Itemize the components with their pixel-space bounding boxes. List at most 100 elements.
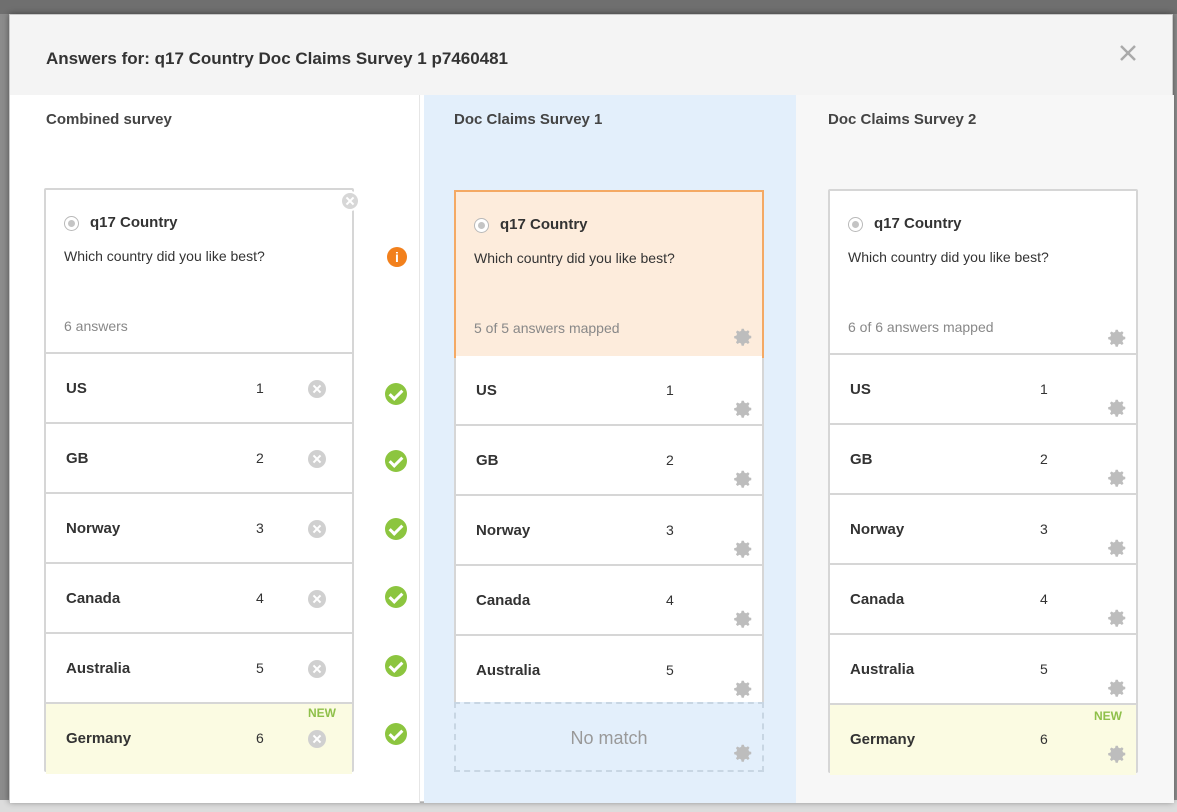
no-match-slot[interactable]: No match	[454, 702, 764, 772]
info-icon[interactable]: i	[387, 247, 407, 267]
answer-label: US	[850, 381, 871, 398]
answer-row[interactable]: Norway 3	[830, 495, 1136, 565]
answer-code: 1	[256, 380, 264, 396]
check-icon	[385, 655, 407, 677]
answer-label: US	[66, 380, 87, 397]
gear-icon[interactable]	[732, 538, 754, 560]
answer-code: 1	[666, 382, 674, 398]
gear-icon[interactable]	[1106, 743, 1128, 765]
answer-label: Norway	[66, 520, 121, 537]
question-code: q17 Country	[500, 216, 588, 233]
gear-icon[interactable]	[1106, 677, 1128, 699]
answer-row-new[interactable]: NEW Germany 6	[830, 705, 1136, 775]
question-status: 5 of 5 answers mapped	[474, 320, 620, 336]
answer-label: Canada	[66, 590, 121, 607]
answer-row[interactable]: US 1	[456, 356, 762, 426]
answer-code: 5	[1040, 661, 1048, 677]
radio-icon[interactable]	[64, 216, 79, 231]
question-box-selected[interactable]: q17 Country Which country did you like b…	[454, 190, 764, 358]
column-header: Doc Claims Survey 2	[828, 111, 977, 128]
question-code: q17 Country	[90, 214, 178, 231]
answer-row[interactable]: Australia 5	[830, 635, 1136, 705]
answer-code: 3	[1040, 521, 1048, 537]
answer-row[interactable]: Norway 3	[456, 496, 762, 566]
close-icon[interactable]	[1116, 41, 1140, 65]
check-icon	[385, 383, 407, 405]
gear-icon[interactable]	[732, 742, 754, 764]
new-badge: NEW	[308, 706, 336, 720]
column-doc-claims-survey-1: Doc Claims Survey 1 q17 Country Which co…	[424, 95, 796, 803]
remove-icon[interactable]	[308, 520, 326, 538]
gear-icon[interactable]	[732, 468, 754, 490]
gear-icon[interactable]	[1106, 327, 1128, 349]
gear-icon[interactable]	[1106, 397, 1128, 419]
answer-code: 6	[1040, 731, 1048, 747]
answer-row[interactable]: Australia 5	[456, 636, 762, 706]
modal-title: Answers for: q17 Country Doc Claims Surv…	[46, 49, 509, 68]
column-combined-survey: Combined survey q17 Country Which countr…	[10, 95, 420, 803]
remove-icon[interactable]	[308, 730, 326, 748]
answer-row[interactable]: Canada 4	[46, 564, 352, 634]
answer-code: 5	[256, 660, 264, 676]
answer-code: 3	[256, 520, 264, 536]
answer-label: Germany	[66, 730, 132, 747]
answer-label: Norway	[850, 521, 905, 538]
answer-code: 3	[666, 522, 674, 538]
question-box[interactable]: q17 Country Which country did you like b…	[46, 190, 352, 354]
answer-label: Canada	[850, 591, 905, 608]
gear-icon[interactable]	[1106, 537, 1128, 559]
answer-label: GB	[476, 452, 499, 469]
answer-row[interactable]: US 1	[830, 355, 1136, 425]
answer-row[interactable]: GB 2	[830, 425, 1136, 495]
card-close-icon[interactable]	[340, 191, 360, 211]
gear-icon[interactable]	[1106, 467, 1128, 489]
remove-icon[interactable]	[308, 660, 326, 678]
answer-label: Australia	[66, 660, 131, 677]
gear-icon[interactable]	[732, 678, 754, 700]
answer-row-new[interactable]: NEW Germany 6	[46, 704, 352, 774]
answer-row[interactable]: US 1	[46, 354, 352, 424]
question-card: q17 Country Which country did you like b…	[828, 189, 1138, 775]
radio-icon[interactable]	[848, 217, 863, 232]
answer-label: US	[476, 382, 497, 399]
answer-row[interactable]: Canada 4	[456, 566, 762, 636]
column-header: Doc Claims Survey 1	[454, 111, 603, 128]
background-top	[0, 0, 1177, 14]
answer-code: 4	[256, 590, 264, 606]
remove-icon[interactable]	[308, 450, 326, 468]
gear-icon[interactable]	[732, 398, 754, 420]
gear-icon[interactable]	[732, 608, 754, 630]
answer-label: Australia	[850, 661, 915, 678]
check-icon	[385, 518, 407, 540]
answer-label: Germany	[850, 731, 916, 748]
answer-code: 6	[256, 730, 264, 746]
answer-label: Norway	[476, 522, 531, 539]
answer-label: GB	[66, 450, 89, 467]
column-doc-claims-survey-2: Doc Claims Survey 2 q17 Country Which co…	[796, 95, 1174, 803]
question-text: Which country did you like best?	[64, 248, 265, 264]
answer-row[interactable]: GB 2	[46, 424, 352, 494]
column-header: Combined survey	[46, 111, 172, 128]
answer-code: 2	[666, 452, 674, 468]
gear-icon[interactable]	[1106, 607, 1128, 629]
modal-header: Answers for: q17 Country Doc Claims Surv…	[10, 15, 1172, 95]
answer-row[interactable]: Australia 5	[46, 634, 352, 704]
answer-row[interactable]: Norway 3	[46, 494, 352, 564]
answer-code: 2	[256, 450, 264, 466]
check-icon	[385, 450, 407, 472]
question-box[interactable]: q17 Country Which country did you like b…	[830, 191, 1136, 355]
remove-icon[interactable]	[308, 590, 326, 608]
answer-code: 1	[1040, 381, 1048, 397]
check-icon	[385, 586, 407, 608]
question-text: Which country did you like best?	[474, 250, 675, 266]
answer-row[interactable]: Canada 4	[830, 565, 1136, 635]
question-card: q17 Country Which country did you like b…	[44, 188, 354, 774]
remove-icon[interactable]	[308, 380, 326, 398]
radio-icon[interactable]	[474, 218, 489, 233]
gear-icon[interactable]	[732, 326, 754, 348]
answer-label: Canada	[476, 592, 531, 609]
no-match-label: No match	[570, 728, 648, 748]
answer-row[interactable]: GB 2	[456, 426, 762, 496]
question-card: q17 Country Which country did you like b…	[454, 190, 764, 706]
question-status: 6 answers	[64, 318, 128, 334]
